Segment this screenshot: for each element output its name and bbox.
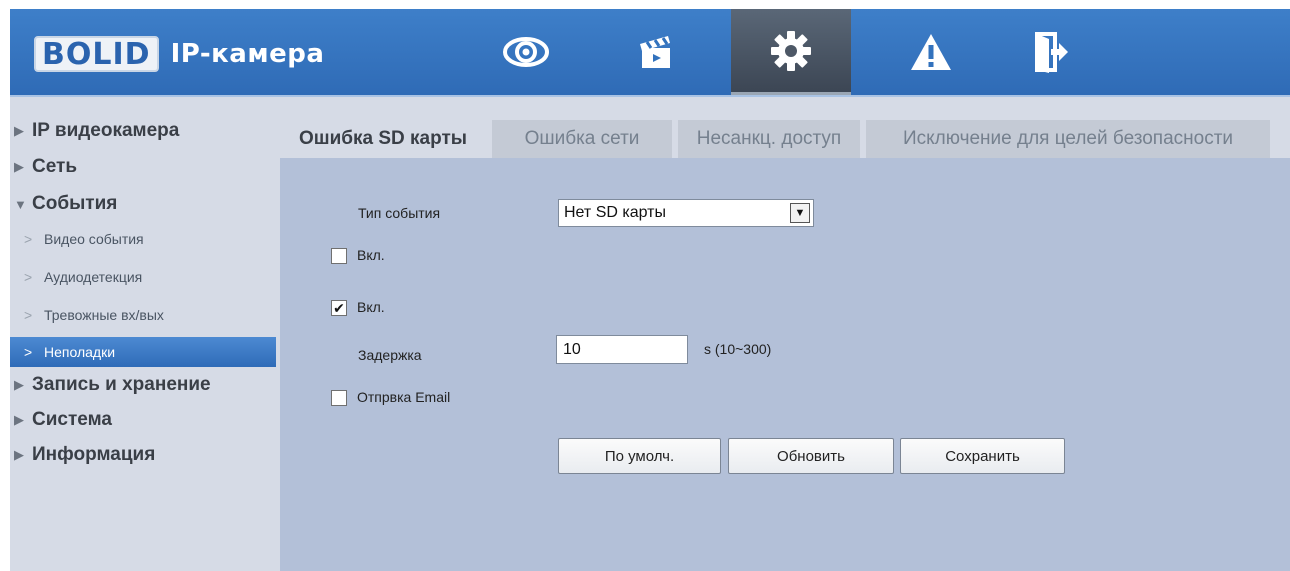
refresh-button[interactable]: Обновить bbox=[728, 438, 894, 474]
enable-label-2: Вкл. bbox=[357, 299, 385, 315]
top-bar: BOLID IP-камера bbox=[10, 9, 1290, 97]
app-title: IP-камера bbox=[170, 39, 325, 69]
sidebar-item-label: IP видеокамера bbox=[32, 120, 180, 141]
sidebar-item-system[interactable]: ▶ Система bbox=[10, 404, 276, 436]
triangle-right-icon: ▶ bbox=[14, 159, 24, 174]
triangle-right-icon: ▶ bbox=[14, 123, 24, 138]
chevron-right-icon: > bbox=[24, 231, 33, 247]
tab-unauthorized-access[interactable]: Несанкц. доступ bbox=[678, 120, 860, 158]
sidebar-item-label: Запись и хранение bbox=[32, 374, 211, 395]
settings-panel: Тип события Нет SD карты ▼ Вкл. ✔ Вкл. З… bbox=[280, 158, 1290, 571]
delay-input[interactable]: 10 bbox=[556, 335, 688, 364]
sidebar-item-events[interactable]: ▼ События bbox=[10, 188, 276, 220]
sidebar-subitem-label: Аудиодетекция bbox=[44, 269, 143, 285]
alarm-nav-button[interactable] bbox=[875, 9, 987, 95]
sidebar-item-network[interactable]: ▶ Сеть bbox=[10, 151, 276, 183]
settings-nav-button[interactable] bbox=[731, 9, 851, 95]
event-type-value: Нет SD карты bbox=[564, 204, 666, 221]
eye-icon bbox=[503, 37, 549, 67]
delay-label: Задержка bbox=[358, 347, 422, 363]
sidebar: ▶ IP видеокамера ▶ Сеть ▼ События > Виде… bbox=[10, 99, 280, 571]
triangle-right-icon: ▶ bbox=[14, 412, 24, 427]
sidebar-item-label: События bbox=[32, 193, 118, 214]
save-button[interactable]: Сохранить bbox=[900, 438, 1065, 474]
sidebar-item-label: Информация bbox=[32, 444, 156, 465]
send-email-checkbox[interactable] bbox=[331, 390, 347, 406]
gear-icon bbox=[771, 30, 811, 71]
send-email-label: Отпрвка Email bbox=[357, 389, 451, 405]
event-type-label: Тип события bbox=[358, 205, 441, 221]
logo: BOLID IP-камера bbox=[34, 35, 324, 73]
enable-checkbox-1[interactable] bbox=[331, 248, 347, 264]
delay-range-hint: s (10~300) bbox=[704, 341, 772, 357]
triangle-down-icon: ▼ bbox=[14, 196, 27, 212]
sidebar-subitem-audio-detection[interactable]: > Аудиодетекция bbox=[10, 262, 276, 292]
sidebar-subitem-abnormality[interactable]: > Неполадки bbox=[10, 337, 276, 367]
sidebar-item-label: Сеть bbox=[32, 156, 78, 177]
live-view-nav-button[interactable] bbox=[470, 9, 582, 95]
clapperboard-icon bbox=[640, 36, 670, 68]
chevron-right-icon: > bbox=[24, 344, 33, 360]
sidebar-subitem-label: Неполадки bbox=[44, 344, 116, 360]
logout-nav-button[interactable] bbox=[995, 9, 1107, 95]
sidebar-subitem-label: Тревожные вх/вых bbox=[44, 307, 164, 323]
sidebar-item-storage[interactable]: ▶ Запись и хранение bbox=[10, 369, 276, 401]
enable-label-1: Вкл. bbox=[357, 247, 385, 263]
triangle-right-icon: ▶ bbox=[14, 377, 24, 392]
playback-nav-button[interactable] bbox=[600, 9, 712, 95]
default-button[interactable]: По умолч. bbox=[558, 438, 721, 474]
triangle-right-icon: ▶ bbox=[14, 447, 24, 462]
event-type-select[interactable]: Нет SD карты ▼ bbox=[558, 199, 814, 227]
brand-logo: BOLID bbox=[34, 36, 159, 72]
warning-icon bbox=[911, 34, 951, 70]
sidebar-subitem-label: Видео события bbox=[44, 231, 144, 247]
tab-sd-card-error[interactable]: Ошибка SD карты bbox=[280, 120, 486, 158]
sidebar-item-ip-camera[interactable]: ▶ IP видеокамера bbox=[10, 115, 276, 147]
sidebar-subitem-alarm-io[interactable]: > Тревожные вх/вых bbox=[10, 300, 276, 330]
tab-security-exception[interactable]: Исключение для целей безопасности bbox=[866, 120, 1270, 158]
enable-checkbox-2[interactable]: ✔ bbox=[331, 300, 347, 316]
chevron-right-icon: > bbox=[24, 269, 33, 285]
tab-network-error[interactable]: Ошибка сети bbox=[492, 120, 672, 158]
chevron-right-icon: > bbox=[24, 307, 33, 323]
exit-icon bbox=[1035, 32, 1068, 73]
sidebar-item-label: Система bbox=[32, 409, 112, 430]
chevron-down-icon: ▼ bbox=[790, 203, 810, 223]
sidebar-item-info[interactable]: ▶ Информация bbox=[10, 439, 276, 471]
app-window: BOLID IP-камера ▶ IP видеокамера ▶ Сеть … bbox=[10, 9, 1290, 571]
sidebar-subitem-video-events[interactable]: > Видео события bbox=[10, 224, 276, 254]
